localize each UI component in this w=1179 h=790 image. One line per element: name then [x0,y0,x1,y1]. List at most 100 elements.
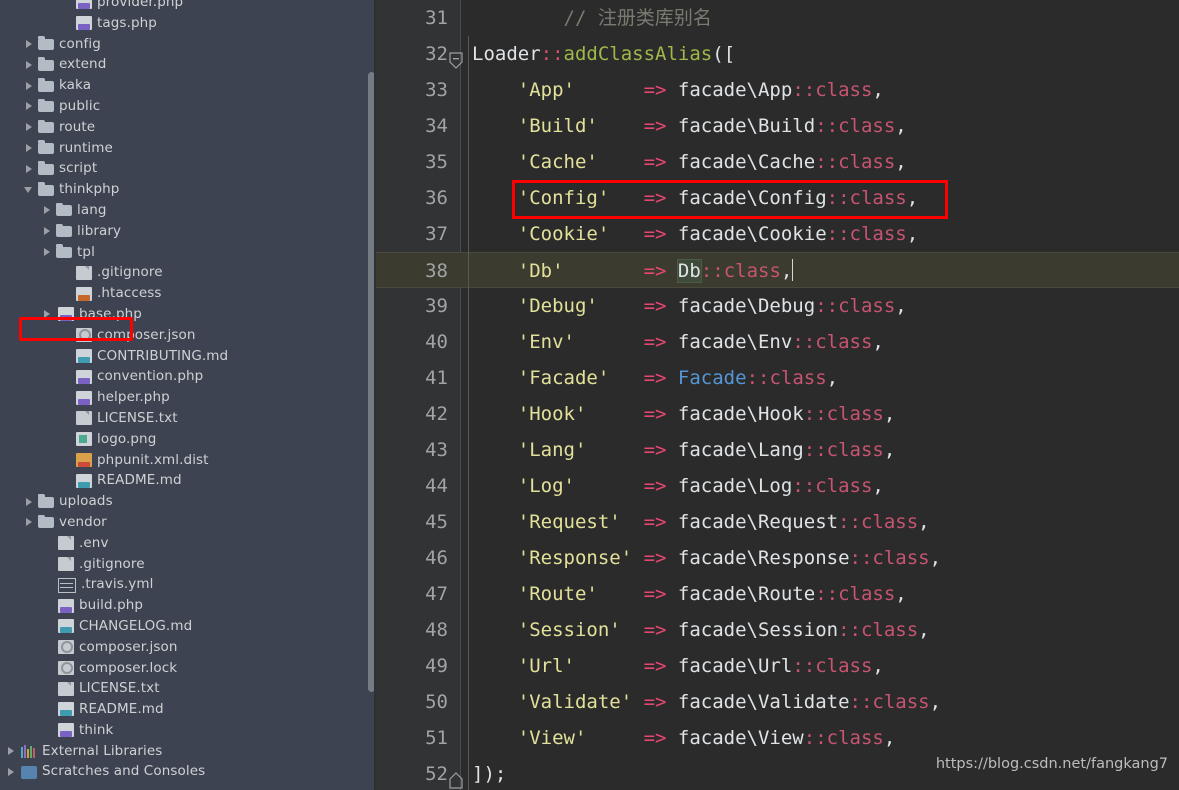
tree-item-helper-php[interactable]: helper.php [0,387,376,408]
code-line-36[interactable]: 36 'Config' => facade\Config::class, [376,180,1179,216]
code-line-34[interactable]: 34 'Build' => facade\Build::class, [376,108,1179,144]
code-content[interactable]: 31 // 注册类库别名 32 Loader::addClassAlias([33 … [376,0,1179,790]
code-line-46[interactable]: 46 'Response' => facade\Response::class, [376,540,1179,576]
chevron-right-icon[interactable] [24,122,35,133]
code-token: ::class [792,655,873,677]
chevron-right-icon[interactable] [42,226,53,237]
tree-item-convention-php[interactable]: convention.php [0,366,376,387]
code-line-43[interactable]: 43 'Lang' => facade\Lang::class, [376,432,1179,468]
code-text: 'Config' => facade\Config::class, [472,180,918,216]
tree-item-changelog-md[interactable]: CHANGELOG.md [0,616,376,637]
tree-item-env[interactable]: .env [0,533,376,554]
chevron-right-icon[interactable] [42,246,53,257]
chevron-right-icon[interactable] [24,517,35,528]
code-line-50[interactable]: 50 'Validate' => facade\Validate::class, [376,684,1179,720]
fold-end-icon[interactable] [448,765,464,789]
code-line-31[interactable]: 31 // 注册类库别名 [376,0,1179,36]
tree-item-kaka[interactable]: kaka [0,75,376,96]
tree-item-composer-json[interactable]: composer.json [0,637,376,658]
chevron-right-icon[interactable] [42,309,53,320]
tree-item-uploads[interactable]: uploads [0,491,376,512]
tree-item-route[interactable]: route [0,117,376,138]
code-token: 'View' [472,727,644,749]
code-token: => [643,151,678,173]
code-line-45[interactable]: 45 'Request' => facade\Request::class, [376,504,1179,540]
tree-item-scratches-and-consoles[interactable]: Scratches and Consoles [0,761,376,782]
tree-item-gitignore[interactable]: .gitignore [0,554,376,575]
chevron-right-icon[interactable] [24,496,35,507]
code-line-42[interactable]: 42 'Hook' => facade\Hook::class, [376,396,1179,432]
chevron-right-icon[interactable] [24,142,35,153]
tree-item-runtime[interactable]: runtime [0,138,376,159]
tree-item-tags-php[interactable]: tags.php [0,13,376,34]
tree-item-extend[interactable]: extend [0,54,376,75]
tree-item-gitignore[interactable]: .gitignore [0,262,376,283]
chevron-down-icon[interactable] [24,184,35,195]
tree-item-external-libraries[interactable]: External Libraries [0,741,376,762]
code-token: ::class [838,619,919,641]
line-number: 48 [425,619,448,641]
code-line-47[interactable]: 47 'Route' => facade\Route::class, [376,576,1179,612]
tree-item-config[interactable]: config [0,34,376,55]
code-token: facade\Validate [677,691,850,713]
code-line-41[interactable]: 41 'Facade' => Facade::class, [376,360,1179,396]
code-line-44[interactable]: 44 'Log' => facade\Log::class, [376,468,1179,504]
tree-item-tpl[interactable]: tpl [0,242,376,263]
tree-item-label: README.md [97,472,182,489]
chevron-right-icon[interactable] [6,766,17,777]
code-token: facade\Log [677,475,793,497]
tree-item-base-php[interactable]: base.php [0,304,376,325]
tree-item-script[interactable]: script [0,158,376,179]
tree-item-readme-md[interactable]: README.md [0,699,376,720]
code-line-51[interactable]: 51 'View' => facade\View::class, [376,720,1179,756]
tree-item-contributing-md[interactable]: CONTRIBUTING.md [0,346,376,367]
chevron-right-icon[interactable] [24,80,35,91]
tree-item-lang[interactable]: lang [0,200,376,221]
code-line-48[interactable]: 48 'Session' => facade\Session::class, [376,612,1179,648]
chevron-right-icon[interactable] [24,163,35,174]
tree-item-thinkphp[interactable]: thinkphp [0,179,376,200]
code-text: // 注册类库别名 [472,0,712,36]
tree-item-build-php[interactable]: build.php [0,595,376,616]
code-line-40[interactable]: 40 'Env' => facade\Env::class, [376,324,1179,360]
code-token: => [643,367,678,389]
tree-item-travis-yml[interactable]: .travis.yml [0,574,376,595]
code-token: , [929,691,942,713]
tree-item-composer-lock[interactable]: composer.lock [0,658,376,679]
project-tree[interactable]: provider.php tags.php config extend kaka publ… [0,0,376,782]
tree-item-logo-png[interactable]: logo.png [0,429,376,450]
tree-item-provider-php[interactable]: provider.php [0,0,376,13]
tree-item-license-txt[interactable]: LICENSE.txt [0,408,376,429]
chevron-right-icon[interactable] [24,38,35,49]
code-line-33[interactable]: 33 'App' => facade\App::class, [376,72,1179,108]
code-line-38[interactable]: 38 'Db' => Db::class, [376,252,1179,288]
tree-item-public[interactable]: public [0,96,376,117]
tree-item-think[interactable]: think [0,720,376,741]
tree-item-composer-json[interactable]: composer.json [0,325,376,346]
code-token: facade\Cache [677,151,816,173]
chevron-right-icon[interactable] [42,205,53,216]
tree-item-label: CHANGELOG.md [79,617,193,634]
json-file-icon [58,660,74,675]
code-line-37[interactable]: 37 'Cookie' => facade\Cookie::class, [376,216,1179,252]
tree-item-library[interactable]: library [0,221,376,242]
tree-item-htaccess[interactable]: .htaccess [0,283,376,304]
chevron-right-icon[interactable] [6,746,17,757]
tree-item-license-txt[interactable]: LICENSE.txt [0,678,376,699]
code-line-35[interactable]: 35 'Cache' => facade\Cache::class, [376,144,1179,180]
chevron-right-icon[interactable] [24,59,35,70]
tree-item-readme-md[interactable]: README.md [0,470,376,491]
code-line-39[interactable]: 39 'Debug' => facade\Debug::class, [376,288,1179,324]
code-editor[interactable]: 31 // 注册类库别名 32 Loader::addClassAlias([33 … [376,0,1179,790]
project-tree-panel[interactable]: provider.php tags.php config extend kaka publ… [0,0,376,790]
tree-item-vendor[interactable]: vendor [0,512,376,533]
code-token: ::class [803,439,884,461]
chevron-right-icon[interactable] [24,101,35,112]
fold-collapse-icon[interactable] [448,45,464,69]
no-chevron-spacer [42,538,53,549]
code-token: 'Cookie' [472,223,644,245]
code-line-32[interactable]: 32 Loader::addClassAlias([ [376,36,1179,72]
code-line-49[interactable]: 49 'Url' => facade\Url::class, [376,648,1179,684]
tree-item-phpunit-xml-dist[interactable]: phpunit.xml.dist [0,450,376,471]
